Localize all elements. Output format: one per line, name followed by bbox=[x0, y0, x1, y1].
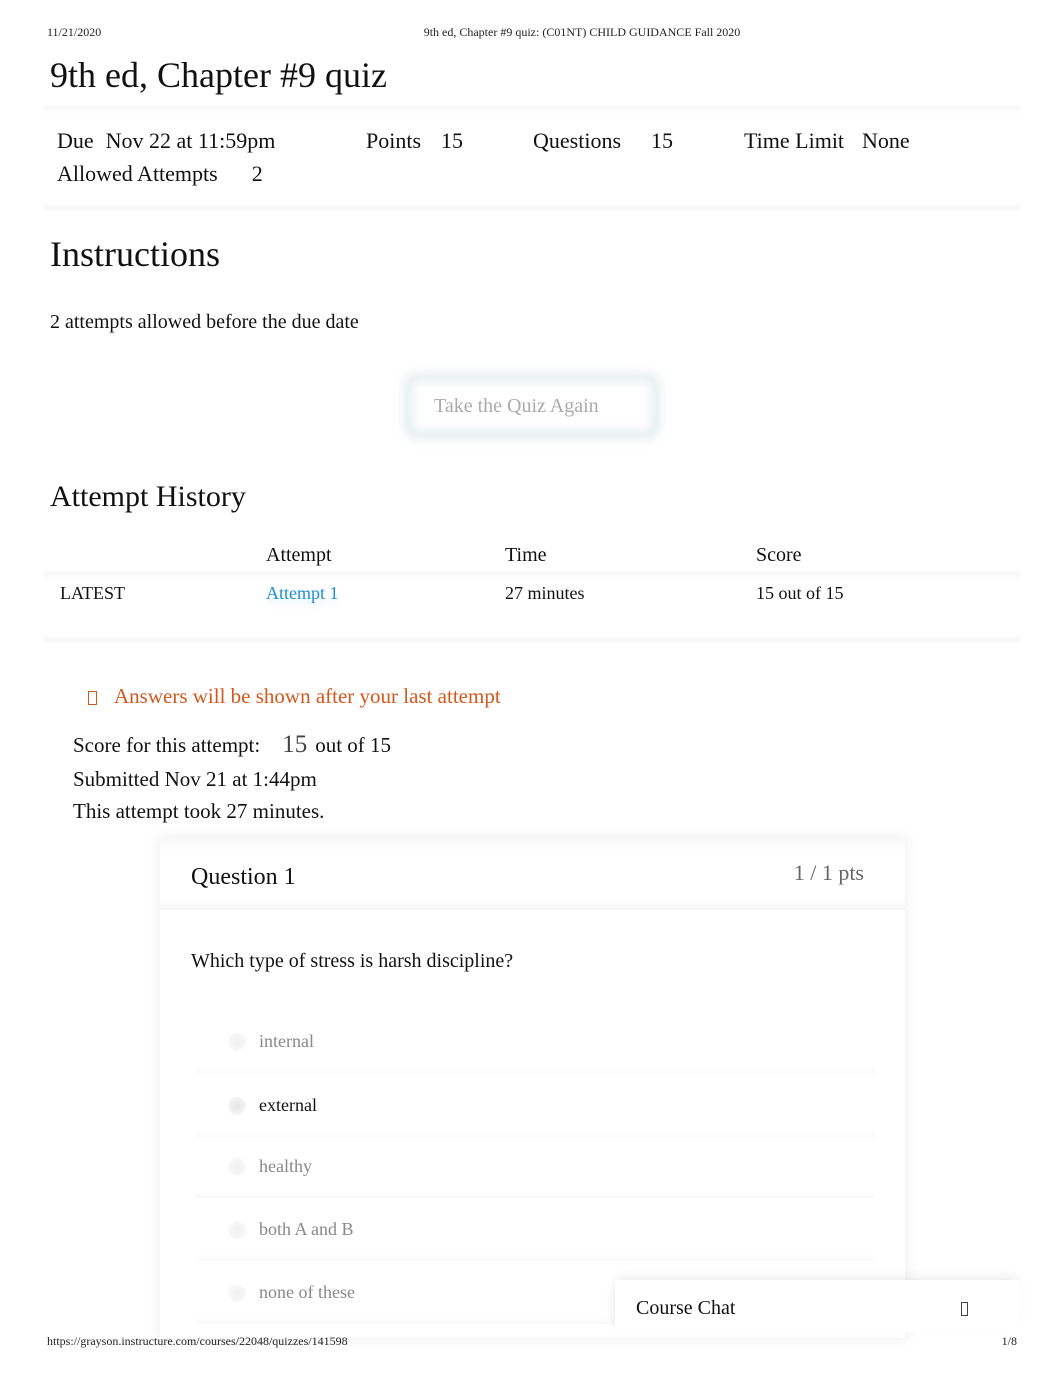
course-chat-panel[interactable]: Course Chat bbox=[615, 1280, 1020, 1332]
answer-label: healthy bbox=[259, 1156, 312, 1176]
question-header: Question 1 1 / 1 pts bbox=[160, 838, 905, 910]
instructions-heading: Instructions bbox=[50, 234, 220, 274]
allowed-attempts-label: Allowed Attempts bbox=[57, 161, 218, 186]
time-limit-label: Time Limit bbox=[744, 128, 845, 153]
allowed-attempts-value: 2 bbox=[251, 161, 263, 186]
quiz-meta-questions: Questions 15 bbox=[533, 128, 673, 154]
questions-value: 15 bbox=[651, 128, 673, 153]
radio-icon[interactable] bbox=[228, 1033, 246, 1051]
print-footer-page-number: 1/8 bbox=[1001, 1334, 1017, 1348]
answer-option[interactable]: healthy bbox=[195, 1136, 875, 1198]
print-header-title: 9th ed, Chapter #9 quiz: (C01NT) CHILD G… bbox=[423, 25, 741, 39]
notice-text: Answers will be shown after your last at… bbox=[114, 684, 501, 708]
submitted-time: Submitted Nov 21 at 1:44pm bbox=[73, 767, 317, 791]
question-text: Which type of stress is harsh discipline… bbox=[191, 950, 514, 972]
column-header-time: Time bbox=[505, 544, 547, 566]
radio-selected-icon[interactable] bbox=[228, 1097, 246, 1115]
score-label: Score for this attempt: bbox=[73, 733, 261, 757]
answer-label: both A and B bbox=[259, 1219, 354, 1239]
answer-option[interactable]: internal bbox=[195, 1011, 875, 1073]
take-quiz-again-button[interactable]: Take the Quiz Again bbox=[408, 377, 656, 435]
question-card: Question 1 1 / 1 pts Which type of stres… bbox=[160, 838, 905, 1338]
score-value: 15 bbox=[282, 731, 308, 758]
table-row: LATEST Attempt 1 27 minutes 15 out of 15 bbox=[44, 572, 1020, 642]
attempt-score: 15 out of 15 bbox=[756, 583, 844, 603]
due-label: Due bbox=[57, 128, 94, 153]
attempt-link[interactable]: Attempt 1 bbox=[266, 583, 339, 604]
quiz-meta-due: Due Nov 22 at 11:59pm bbox=[57, 128, 275, 154]
column-header-attempt: Attempt bbox=[266, 544, 332, 566]
quiz-meta-allowed-attempts: Allowed Attempts 2 bbox=[57, 161, 263, 187]
radio-icon[interactable] bbox=[228, 1221, 246, 1239]
info-icon bbox=[88, 691, 97, 705]
attempt-history-table: Attempt Time Score LATEST Attempt 1 27 m… bbox=[44, 538, 1020, 642]
questions-label: Questions bbox=[533, 128, 621, 153]
time-limit-value: None bbox=[862, 128, 910, 153]
attempt-history-header: Attempt Time Score bbox=[44, 538, 1020, 572]
course-chat-label: Course Chat bbox=[636, 1297, 736, 1319]
page-title: 9th ed, Chapter #9 quiz bbox=[50, 55, 387, 95]
quiz-meta: Due Nov 22 at 11:59pm Points 15 Questions 1… bbox=[44, 106, 1020, 210]
attempt-duration: This attempt took 27 minutes. bbox=[73, 799, 325, 823]
answer-option-selected[interactable]: external bbox=[195, 1075, 875, 1137]
quiz-meta-points: Points 15 bbox=[366, 128, 463, 154]
latest-tag: LATEST bbox=[60, 583, 125, 603]
attempt-history-heading: Attempt History bbox=[50, 480, 246, 513]
answer-option[interactable]: both A and B bbox=[195, 1199, 875, 1261]
due-value: Nov 22 at 11:59pm bbox=[105, 128, 276, 153]
answer-label: external bbox=[259, 1095, 317, 1115]
print-footer-url: https://grayson.instructure.com/courses/… bbox=[47, 1334, 348, 1348]
attempt-score-line: Score for this attempt: 15 out of 15 bbox=[73, 731, 391, 759]
question-title: Question 1 bbox=[191, 864, 296, 890]
answer-label: internal bbox=[259, 1031, 314, 1051]
question-points: 1 / 1 pts bbox=[793, 860, 864, 885]
quiz-meta-time-limit: Time Limit None bbox=[744, 128, 910, 154]
answers-hidden-notice: Answers will be shown after your last at… bbox=[88, 684, 501, 709]
answer-label: none of these bbox=[259, 1282, 355, 1302]
radio-icon[interactable] bbox=[228, 1158, 246, 1176]
column-header-score: Score bbox=[756, 544, 802, 566]
score-suffix: out of 15 bbox=[315, 733, 392, 757]
radio-icon[interactable] bbox=[228, 1284, 246, 1302]
instructions-text: 2 attempts allowed before the due date bbox=[50, 311, 359, 333]
points-value: 15 bbox=[441, 128, 464, 153]
attempt-time: 27 minutes bbox=[505, 583, 585, 603]
chevron-up-icon[interactable] bbox=[961, 1302, 968, 1316]
points-label: Points bbox=[366, 128, 422, 153]
